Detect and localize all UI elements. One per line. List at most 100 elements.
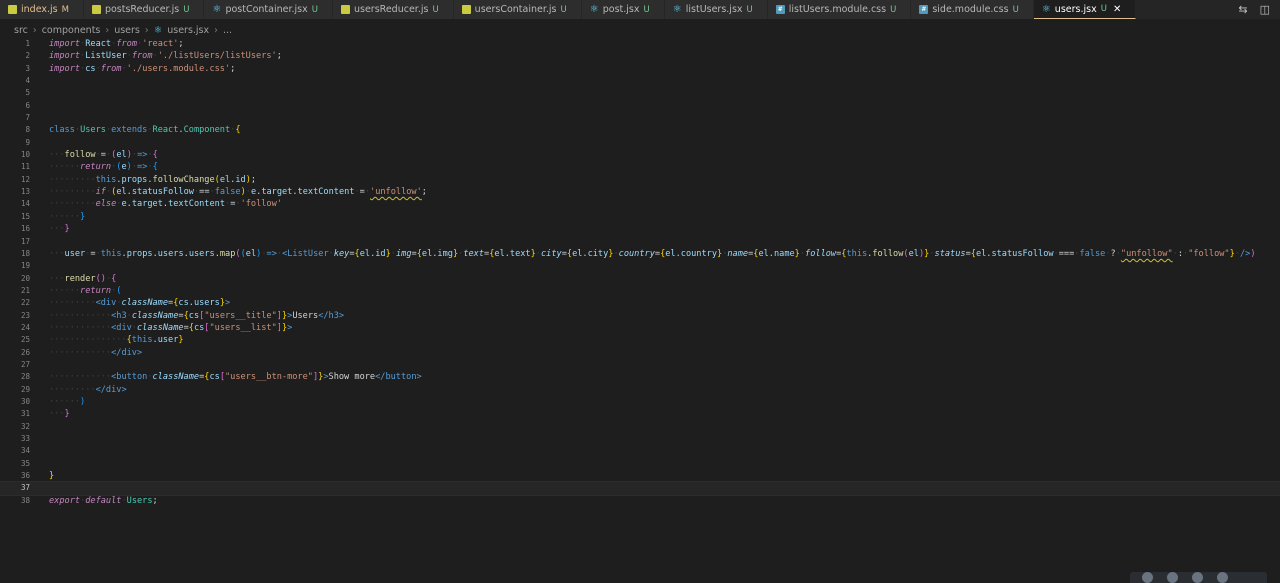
- code-token: Users: [80, 125, 106, 136]
- code-line[interactable]: 26 ············</div>: [0, 347, 1280, 359]
- tab-label: post.jsx: [602, 4, 640, 15]
- code-line[interactable]: 11 ······return·(e)·=>·{: [0, 161, 1280, 173]
- editor-tab-bar: index.js MpostsReducer.js U ⚛ postContainer.…: [0, 0, 1280, 19]
- code-line[interactable]: 17: [0, 236, 1280, 248]
- code-line[interactable]: 27: [0, 359, 1280, 371]
- code-token: <div: [111, 322, 132, 333]
- code-line[interactable]: 32: [0, 421, 1280, 433]
- code-token: city: [540, 248, 562, 259]
- compare-changes-icon[interactable]: ⇆: [1238, 3, 1247, 16]
- tray-icon[interactable]: [1142, 572, 1153, 583]
- code-line[interactable]: 8 class·Users·extends·React.Component·{: [0, 124, 1280, 136]
- code-token: }: [64, 409, 70, 420]
- code-line[interactable]: 12 ·········this.props.followChange(el.id…: [0, 174, 1280, 186]
- code-token: className: [131, 310, 179, 321]
- code-line[interactable]: 18 ···user·=·this.props.users.users.map((…: [0, 248, 1280, 260]
- line-number: 13: [20, 187, 30, 197]
- line-number: 6: [25, 100, 30, 110]
- code-line[interactable]: 5: [0, 87, 1280, 99]
- git-status-badge: U: [746, 4, 753, 15]
- tab-users-jsx[interactable]: ⚛ users.jsx U ✕: [1033, 0, 1137, 19]
- chevron-right-icon: ›: [105, 24, 110, 36]
- code-token: class: [49, 125, 75, 136]
- breadcrumb-item[interactable]: components: [42, 25, 101, 36]
- tab-usersReducer-js[interactable]: usersReducer.js U: [332, 0, 454, 19]
- code-line[interactable]: 34: [0, 445, 1280, 457]
- code-token: "follow": [1188, 248, 1230, 259]
- code-line[interactable]: 33: [0, 433, 1280, 445]
- code-token: cs: [85, 63, 96, 74]
- line-number: 30: [20, 396, 30, 406]
- code-line[interactable]: 30 ······): [0, 396, 1280, 408]
- code-line[interactable]: 2 import·ListUser·from·'./listUsers/listU…: [0, 50, 1280, 62]
- code-token: {: [111, 273, 117, 284]
- breadcrumb-item[interactable]: users.jsx: [167, 25, 209, 36]
- code-line[interactable]: 36}: [0, 470, 1280, 482]
- code-token: ;: [421, 187, 427, 198]
- code-editor[interactable]: 1 import·React·from·'react'; 2 import·ListU…: [0, 38, 1280, 583]
- tab-postsReducer-js[interactable]: postsReducer.js U: [83, 0, 205, 19]
- code-token: el.text: [494, 248, 531, 259]
- code-line[interactable]: 14 ·········else·e.target.textContent·=·'…: [0, 198, 1280, 210]
- code-line[interactable]: 37: [0, 481, 1280, 496]
- breadcrumb-item[interactable]: users: [114, 25, 140, 36]
- code-token: el: [219, 174, 231, 185]
- code-line[interactable]: 13 ·········if·(el.statusFollow·==·false)…: [0, 186, 1280, 198]
- code-text: ·········<div·className={cs.users}>: [49, 297, 230, 309]
- code-token: el: [116, 150, 127, 161]
- code-token: target: [131, 199, 163, 210]
- code-line[interactable]: 6: [0, 100, 1280, 112]
- code-line[interactable]: 29 ·········</div>: [0, 384, 1280, 396]
- code-line[interactable]: 25 ···············{this.user}: [0, 334, 1280, 346]
- code-token: el.country: [665, 248, 717, 259]
- tab-index-js[interactable]: index.js M: [0, 0, 84, 19]
- code-token: el.city: [572, 248, 609, 259]
- tab-usersContainer-js[interactable]: usersContainer.js U: [453, 0, 582, 19]
- tray-icon[interactable]: [1192, 572, 1203, 583]
- code-line[interactable]: 15 ······}: [0, 211, 1280, 223]
- code-line[interactable]: 20 ···render()·{: [0, 273, 1280, 285]
- code-line[interactable]: 7: [0, 112, 1280, 124]
- code-line[interactable]: 24 ············<div·className={cs["users_…: [0, 322, 1280, 334]
- code-token: cs: [193, 322, 205, 333]
- code-token: users: [188, 248, 215, 259]
- breadcrumb-item[interactable]: src: [14, 25, 28, 36]
- tray-icon[interactable]: [1217, 572, 1228, 583]
- code-line[interactable]: 16 ···}: [0, 223, 1280, 235]
- code-token: users: [157, 248, 184, 259]
- split-editor-icon[interactable]: ◫: [1260, 3, 1270, 16]
- code-token: =>: [137, 150, 148, 161]
- code-text: ············<div·className={cs["users__l…: [49, 322, 292, 334]
- code-line[interactable]: 23 ············<h3·className={cs["users__…: [0, 310, 1280, 322]
- close-icon[interactable]: ✕: [1113, 4, 1121, 15]
- code-line[interactable]: 3 import·cs·from·'./users.module.css';: [0, 63, 1280, 75]
- tab-listUsers-jsx[interactable]: ⚛ listUsers.jsx U: [664, 0, 768, 19]
- code-token: <div: [95, 298, 117, 309]
- line-number: 29: [20, 384, 30, 394]
- tab-postContainer-jsx[interactable]: ⚛ postContainer.jsx U: [204, 0, 333, 19]
- code-line[interactable]: 10 ···follow·=·(el)·=>·{: [0, 149, 1280, 161]
- code-line[interactable]: 4: [0, 75, 1280, 87]
- line-number: 5: [25, 88, 30, 98]
- breadcrumb-item[interactable]: ...: [223, 25, 232, 36]
- tab-listUsers-module-css[interactable]: # listUsers.module.css U: [767, 0, 912, 19]
- tab-post-jsx[interactable]: ⚛ post.jsx U: [581, 0, 665, 19]
- code-line[interactable]: 31 ···}: [0, 408, 1280, 420]
- line-number: 3: [25, 63, 30, 73]
- tray-icon[interactable]: [1167, 572, 1178, 583]
- code-line[interactable]: 22 ·········<div·className={cs.users}>: [0, 297, 1280, 309]
- code-line[interactable]: 35: [0, 458, 1280, 470]
- line-number: 14: [20, 199, 30, 209]
- line-number: 20: [20, 273, 30, 283]
- code-line[interactable]: 1 import·React·from·'react';: [0, 38, 1280, 50]
- code-token: {: [152, 150, 158, 161]
- css-file-icon: #: [919, 5, 929, 14]
- code-line[interactable]: 28 ············<button·className={cs["use…: [0, 371, 1280, 383]
- code-line[interactable]: 19: [0, 260, 1280, 272]
- tab-side-module-css[interactable]: # side.module.css U: [911, 0, 1034, 19]
- code-line[interactable]: 21 ······return·(: [0, 285, 1280, 297]
- code-line[interactable]: 9: [0, 137, 1280, 149]
- code-line[interactable]: 38 export·default·Users;: [0, 495, 1280, 507]
- line-number: 18: [20, 248, 30, 258]
- code-token: ==: [199, 187, 210, 198]
